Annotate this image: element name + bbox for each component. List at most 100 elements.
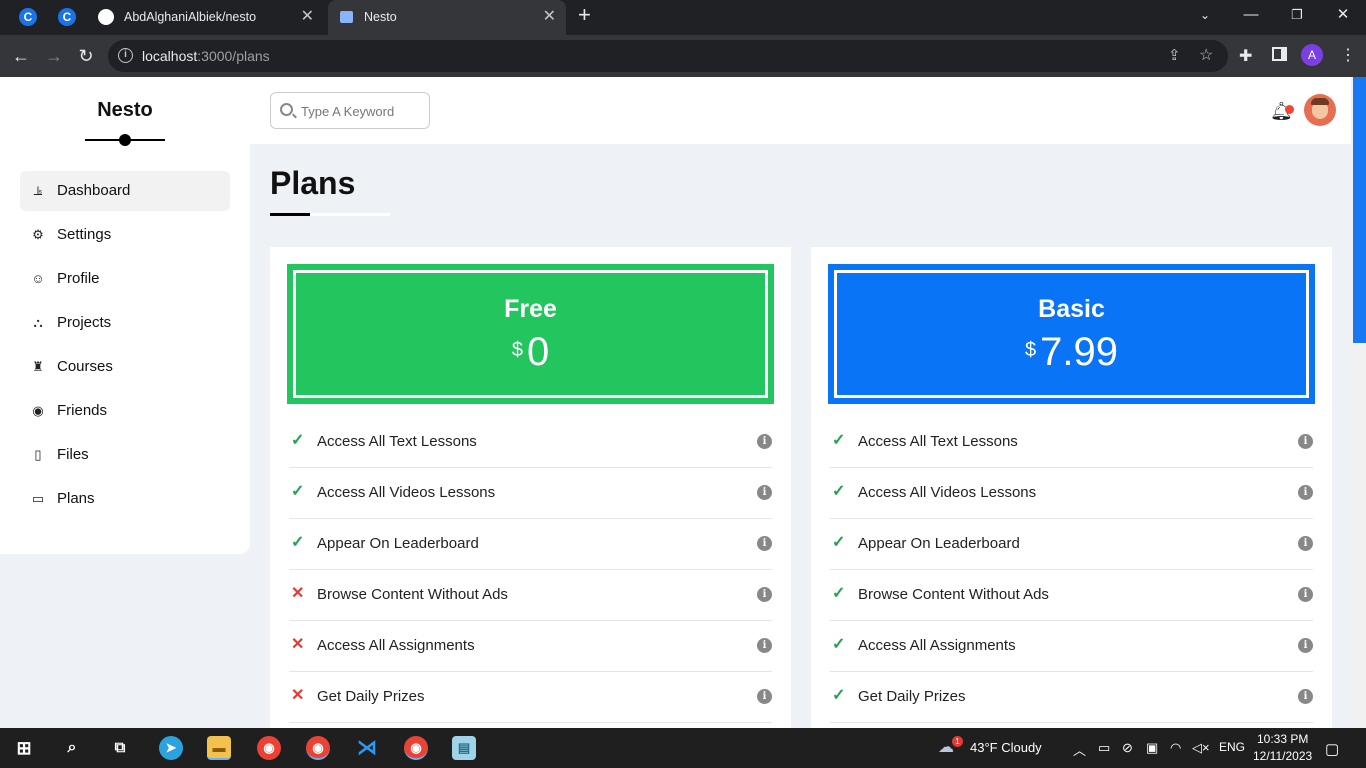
info-icon[interactable]: i: [1298, 587, 1313, 602]
sidebar-item-label: Projects: [57, 314, 112, 331]
sidebar-item-friends[interactable]: ◉ Friends: [20, 391, 230, 431]
side-panel-icon[interactable]: [1272, 47, 1287, 61]
info-icon[interactable]: i: [1298, 689, 1313, 704]
share-icon[interactable]: ⇪: [1168, 46, 1181, 64]
clock-time[interactable]: 10:33 PM: [1257, 732, 1308, 746]
info-icon[interactable]: i: [757, 536, 772, 551]
chevron-up-icon[interactable]: ︿: [1073, 740, 1086, 759]
info-icon[interactable]: i: [1298, 536, 1313, 551]
sidebar-item-courses[interactable]: ♜ Courses: [20, 347, 230, 387]
restore-button[interactable]: ❐: [1274, 0, 1320, 30]
back-icon[interactable]: ←: [8, 43, 34, 69]
wifi-icon[interactable]: ◠: [1170, 740, 1181, 756]
price-value: 7.99: [1040, 330, 1118, 374]
windows-start-icon[interactable]: ⊞: [12, 736, 36, 760]
title-underline-accent: [270, 213, 310, 216]
info-icon[interactable]: i: [757, 638, 772, 653]
tab-nesto[interactable]: Nesto ✕: [328, 0, 566, 35]
tab-label: Nesto: [364, 10, 397, 24]
url-path: :3000/plans: [197, 48, 270, 64]
url-host: localhost: [142, 48, 198, 64]
menu-icon[interactable]: ⋮: [1340, 45, 1356, 65]
plan-price: $0: [296, 330, 765, 374]
weather-text[interactable]: 43°F Cloudy: [970, 740, 1042, 755]
check-icon: ✓: [291, 534, 305, 551]
sidebar-item-label: Files: [57, 446, 89, 463]
page-scrollbar[interactable]: [1351, 77, 1366, 728]
app-tab-icon[interactable]: C: [58, 8, 76, 26]
info-icon[interactable]: i: [757, 434, 772, 449]
chrome-profile-icon[interactable]: ◉: [306, 736, 330, 760]
tab-github[interactable]: AbdAlghaniAlbiek/nesto ✕: [88, 0, 324, 35]
cross-icon: ✕: [291, 585, 305, 602]
info-icon[interactable]: i: [757, 587, 772, 602]
search-box[interactable]: [270, 92, 430, 129]
close-window-button[interactable]: ✕: [1320, 0, 1366, 30]
address-bar[interactable]: i localhost:3000/plans ⇪ ☆: [108, 40, 1228, 72]
check-icon: ✓: [832, 483, 846, 500]
search-icon: [280, 103, 293, 116]
camera-icon[interactable]: ▣: [1146, 740, 1158, 756]
search-icon[interactable]: ⌕: [60, 736, 84, 760]
site-info-icon[interactable]: i: [118, 48, 133, 63]
close-icon[interactable]: ✕: [543, 0, 556, 34]
info-icon[interactable]: i: [1298, 638, 1313, 653]
avatar[interactable]: [1304, 94, 1336, 126]
profile-avatar[interactable]: A: [1301, 44, 1323, 66]
info-icon[interactable]: i: [757, 485, 772, 500]
language-indicator[interactable]: ENG: [1219, 740, 1245, 754]
scrollbar-thumb[interactable]: [1353, 77, 1366, 343]
new-tab-button[interactable]: +: [578, 2, 591, 28]
search-input[interactable]: [301, 101, 421, 121]
plan-name: Free: [504, 295, 557, 323]
network-off-icon[interactable]: ⊘: [1122, 740, 1133, 756]
brand-title: Nesto: [97, 99, 153, 121]
plan-name: Basic: [1038, 295, 1105, 323]
sidebar-item-dashboard[interactable]: ⫡ Dashboard: [20, 171, 230, 211]
sidebar-item-profile[interactable]: ☺ Profile: [20, 259, 230, 299]
tab-label: AbdAlghaniAlbiek/nesto: [124, 10, 257, 24]
extensions-icon[interactable]: ✚: [1239, 46, 1252, 66]
currency-symbol: $: [1025, 339, 1037, 361]
reload-icon[interactable]: ↻: [73, 43, 99, 69]
chrome-icon[interactable]: ◉: [257, 736, 281, 760]
chart-icon: ⫡: [33, 183, 43, 198]
feature-row: ✓ Appear On Leaderboard i: [830, 519, 1313, 570]
sidebar-item-label: Courses: [57, 358, 113, 375]
notepad-icon[interactable]: ▤: [452, 736, 476, 760]
taskbar: ⊞ ⌕ ⧉ ➤ ▬ ◉ ◉ ⋊ ◉ ▤ ☁ 1 43°F Cloudy ︿ ▭ …: [0, 728, 1366, 768]
file-explorer-icon[interactable]: ▬: [207, 736, 231, 760]
close-icon[interactable]: ✕: [301, 0, 314, 34]
notification-center-icon[interactable]: ▢: [1325, 740, 1339, 758]
app-tab-icon[interactable]: C: [19, 8, 37, 26]
feature-row: ✓ Get Daily Prizes i: [830, 672, 1313, 723]
forward-icon[interactable]: →: [41, 43, 67, 69]
info-icon[interactable]: i: [1298, 485, 1313, 500]
sidebar-item-plans[interactable]: ▭ Plans: [20, 479, 230, 519]
sidebar-item-label: Plans: [57, 490, 95, 507]
feature-label: Appear On Leaderboard: [858, 535, 1020, 552]
info-icon[interactable]: i: [757, 689, 772, 704]
bookmark-star-icon[interactable]: ☆: [1199, 45, 1213, 65]
sidebar-item-projects[interactable]: ⛬ Projects: [20, 303, 230, 343]
feature-label: Browse Content Without Ads: [317, 586, 508, 603]
feature-label: Access All Videos Lessons: [317, 484, 496, 501]
sidebar-item-settings[interactable]: ⚙ Settings: [20, 215, 230, 255]
minimize-button[interactable]: —: [1228, 0, 1274, 30]
chrome-active-icon[interactable]: ◉: [404, 736, 428, 760]
sidebar-item-files[interactable]: ▯ Files: [20, 435, 230, 475]
battery-icon[interactable]: ▭: [1098, 740, 1110, 756]
clock-date[interactable]: 12/11/2023: [1253, 749, 1312, 763]
feature-row: ✓ Browse Content Without Ads i: [830, 570, 1313, 621]
volume-muted-icon[interactable]: ◁×: [1192, 740, 1210, 756]
info-icon[interactable]: i: [1298, 434, 1313, 449]
tab-search-icon[interactable]: ⌄: [1182, 0, 1228, 30]
currency-symbol: $: [511, 339, 523, 361]
weather-badge: 1: [952, 736, 963, 747]
telegram-icon[interactable]: ➤: [159, 736, 183, 760]
task-view-icon[interactable]: ⧉: [108, 736, 132, 760]
user-circle-icon: ◉: [32, 403, 44, 418]
feature-label: Access All Assignments: [858, 637, 1016, 654]
sidebar-item-label: Friends: [57, 402, 108, 419]
vscode-icon[interactable]: ⋊: [355, 736, 379, 760]
